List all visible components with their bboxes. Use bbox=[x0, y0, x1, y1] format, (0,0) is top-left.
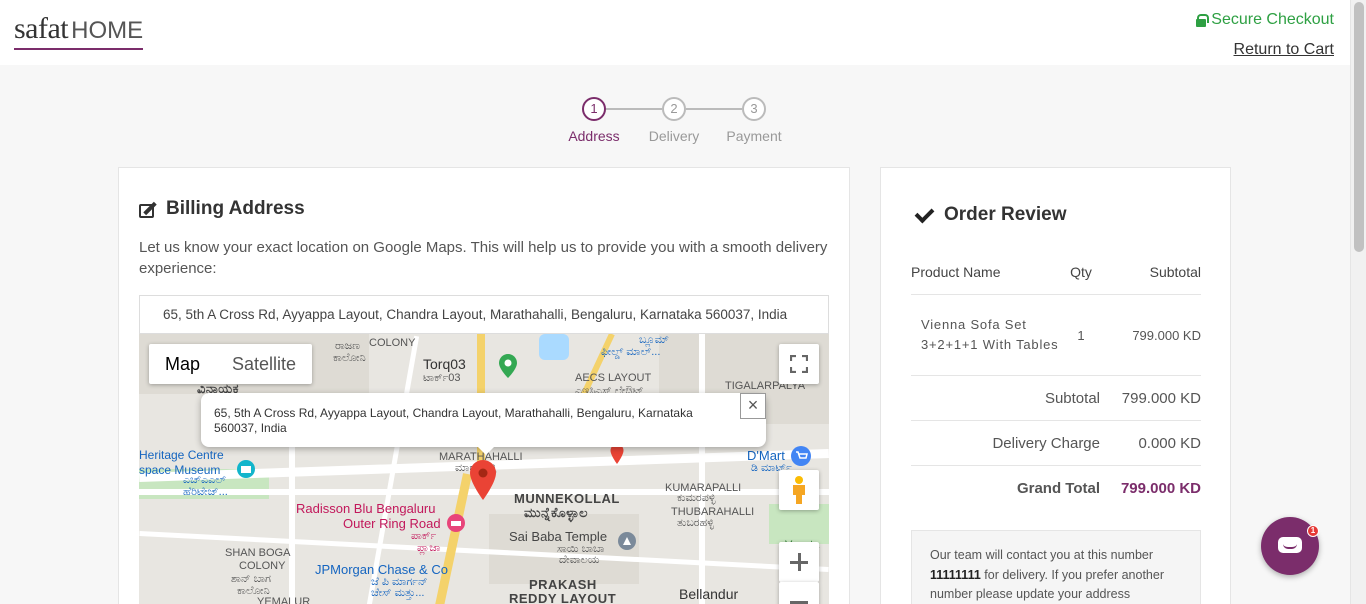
order-review-title: Order Review bbox=[916, 204, 1067, 226]
delivery-charge-value: 0.000 KD bbox=[1138, 434, 1201, 452]
step-3-circle: 3 bbox=[742, 97, 766, 121]
step-1-circle[interactable]: 1 bbox=[582, 97, 606, 121]
map-label: ಮುನ್ನೆಕೊಳ್ಳಾಲ bbox=[524, 505, 589, 520]
map-label: PRAKASH bbox=[529, 577, 597, 592]
order-table-header: Product Name Qty Subtotal bbox=[911, 264, 1201, 295]
map-label: JPMorgan Chase & Co bbox=[315, 562, 448, 577]
map-label: Outer Ring Road bbox=[343, 516, 441, 531]
billing-title-text: Billing Address bbox=[166, 198, 305, 219]
col-product-name: Product Name bbox=[911, 264, 1001, 280]
chat-bubble-icon bbox=[1278, 537, 1302, 553]
order-table: Product Name Qty Subtotal Vienna Sofa Se… bbox=[911, 264, 1201, 511]
return-to-cart-link[interactable]: Return to Cart bbox=[1234, 41, 1334, 59]
edit-icon bbox=[139, 201, 158, 218]
grand-total-label: Grand Total bbox=[1016, 480, 1100, 497]
map-label: COLONY bbox=[239, 560, 286, 572]
step-connector bbox=[686, 108, 742, 110]
logo-sub: HOME bbox=[71, 17, 144, 44]
fullscreen-icon bbox=[790, 355, 808, 373]
zoom-out-button[interactable] bbox=[779, 582, 819, 604]
subtotal-label: Subtotal bbox=[1044, 389, 1100, 407]
chat-button[interactable]: 1 bbox=[1261, 517, 1319, 575]
map-label: REDDY LAYOUT bbox=[509, 591, 617, 604]
map-label: ಫೀಲ್ಡ್ ಮಾಲ್... bbox=[601, 346, 661, 358]
lock-icon bbox=[1196, 13, 1210, 27]
step-3-label: Payment bbox=[726, 128, 782, 144]
subtotal-value: 799.000 KD bbox=[1121, 389, 1201, 407]
order-review-card: Order Review Product Name Qty Subtotal V… bbox=[880, 167, 1231, 604]
col-subtotal: Subtotal bbox=[1149, 264, 1201, 280]
google-map[interactable]: COLONY ರಾಜಣ ಕಾಲೋನಿ ವಿನಾಯಕ Torq03 ಟಾರ್ಕ್0… bbox=[139, 334, 829, 604]
temple-icon bbox=[618, 532, 636, 550]
map-label: ಚೇಸ್ ಮತ್ತು... bbox=[371, 587, 425, 599]
step-1-label: Address bbox=[568, 128, 620, 144]
table-row: Vienna Sofa Set 3+2+1+1 With Tables 1 79… bbox=[911, 295, 1201, 376]
secondary-pin-icon bbox=[610, 444, 624, 464]
secure-checkout: Secure Checkout bbox=[1196, 11, 1334, 29]
zoom-in-button[interactable] bbox=[779, 542, 819, 582]
checkmark-icon bbox=[916, 208, 934, 222]
fullscreen-button[interactable] bbox=[779, 344, 819, 384]
info-window-address: 65, 5th A Cross Rd, Ayyappa Layout, Chan… bbox=[214, 406, 693, 435]
grand-total-row: Grand Total 799.000 KD bbox=[911, 466, 1201, 511]
close-icon[interactable]: × bbox=[740, 393, 766, 419]
location-pin-icon[interactable] bbox=[470, 460, 496, 500]
map-label: ತುಬರಹಳ್ಳಿ bbox=[677, 517, 714, 529]
map-label: Heritage Centre bbox=[139, 448, 224, 462]
map-label: Radisson Blu Bengaluru bbox=[296, 501, 436, 516]
subtotal-row: Subtotal 799.000 KD bbox=[911, 376, 1201, 421]
step-connector bbox=[606, 108, 662, 110]
map-type-map-button[interactable]: Map bbox=[149, 344, 216, 384]
note-text-before: Our team will contact you at this number bbox=[930, 548, 1154, 562]
billing-description: Let us know your exact location on Googl… bbox=[139, 239, 828, 277]
contact-note: Our team will contact you at this number… bbox=[911, 530, 1201, 604]
order-review-title-text: Order Review bbox=[944, 204, 1067, 225]
secure-checkout-label: Secure Checkout bbox=[1211, 11, 1334, 28]
map-label: ಹೆರಿಟೇಜ್... bbox=[183, 486, 228, 498]
map-label: Torq03 bbox=[423, 356, 466, 372]
map-label: YEMALUR bbox=[257, 596, 311, 604]
step-2-label: Delivery bbox=[648, 128, 700, 144]
delivery-charge-label: Delivery Charge bbox=[992, 434, 1100, 452]
logo-brand: safat bbox=[14, 12, 69, 45]
map-label: ದೇವಾಲಯ bbox=[559, 554, 600, 566]
museum-icon bbox=[237, 460, 255, 478]
map-type-control: Map Satellite bbox=[149, 344, 313, 384]
site-header: safat HOME Secure Checkout Return to Car… bbox=[0, 0, 1350, 65]
checkout-stepper: 1 2 3 Address Delivery Payment bbox=[560, 95, 800, 150]
map-label: AECS LAYOUT bbox=[575, 372, 652, 384]
col-qty: Qty bbox=[1070, 264, 1092, 280]
scrollbar-thumb[interactable] bbox=[1354, 2, 1364, 252]
map-type-satellite-button[interactable]: Satellite bbox=[216, 344, 312, 384]
delivery-charge-row: Delivery Charge 0.000 KD bbox=[911, 421, 1201, 466]
map-label: SHAN BOGA bbox=[225, 547, 291, 559]
product-name: Vienna Sofa Set 3+2+1+1 With Tables bbox=[921, 317, 1059, 352]
map-label: Bellandur bbox=[679, 586, 739, 602]
grand-total-value: 799.000 KD bbox=[1120, 480, 1201, 497]
hotel-icon bbox=[447, 514, 465, 532]
map-label: ಟಾರ್ಕ್03 bbox=[423, 372, 461, 384]
map-label: D'Mart bbox=[747, 448, 785, 463]
map-label: ಕುಮರಪಳ್ಳಿ bbox=[677, 492, 716, 504]
billing-address-card: Billing Address Let us know your exact l… bbox=[118, 167, 850, 604]
map-label: ಪ್ಲಾಜಾ bbox=[417, 542, 441, 554]
park-pin-icon bbox=[499, 354, 517, 378]
map-info-window: 65, 5th A Cross Rd, Ayyappa Layout, Chan… bbox=[201, 393, 766, 455]
map-label: MUNNEKOLLAL bbox=[514, 491, 620, 506]
note-phone: 11111111 bbox=[930, 567, 981, 582]
shopping-cart-icon bbox=[791, 446, 811, 466]
map-label: Sai Baba Temple bbox=[509, 529, 608, 544]
chat-notification-badge: 1 bbox=[1307, 525, 1319, 537]
address-search-input[interactable]: 65, 5th A Cross Rd, Ayyappa Layout, Chan… bbox=[139, 295, 829, 334]
page-scrollbar[interactable] bbox=[1350, 0, 1366, 604]
logo[interactable]: safat HOME bbox=[14, 12, 144, 50]
street-view-button[interactable] bbox=[779, 470, 819, 510]
step-2-circle: 2 bbox=[662, 97, 686, 121]
product-qty: 1 bbox=[1077, 327, 1085, 343]
map-label: COLONY bbox=[369, 337, 416, 349]
billing-title: Billing Address bbox=[139, 198, 305, 220]
product-subtotal: 799.000 KD bbox=[1132, 327, 1201, 343]
map-label: ಕಾಲೋನಿ bbox=[333, 352, 366, 364]
pegman-icon bbox=[793, 476, 805, 504]
